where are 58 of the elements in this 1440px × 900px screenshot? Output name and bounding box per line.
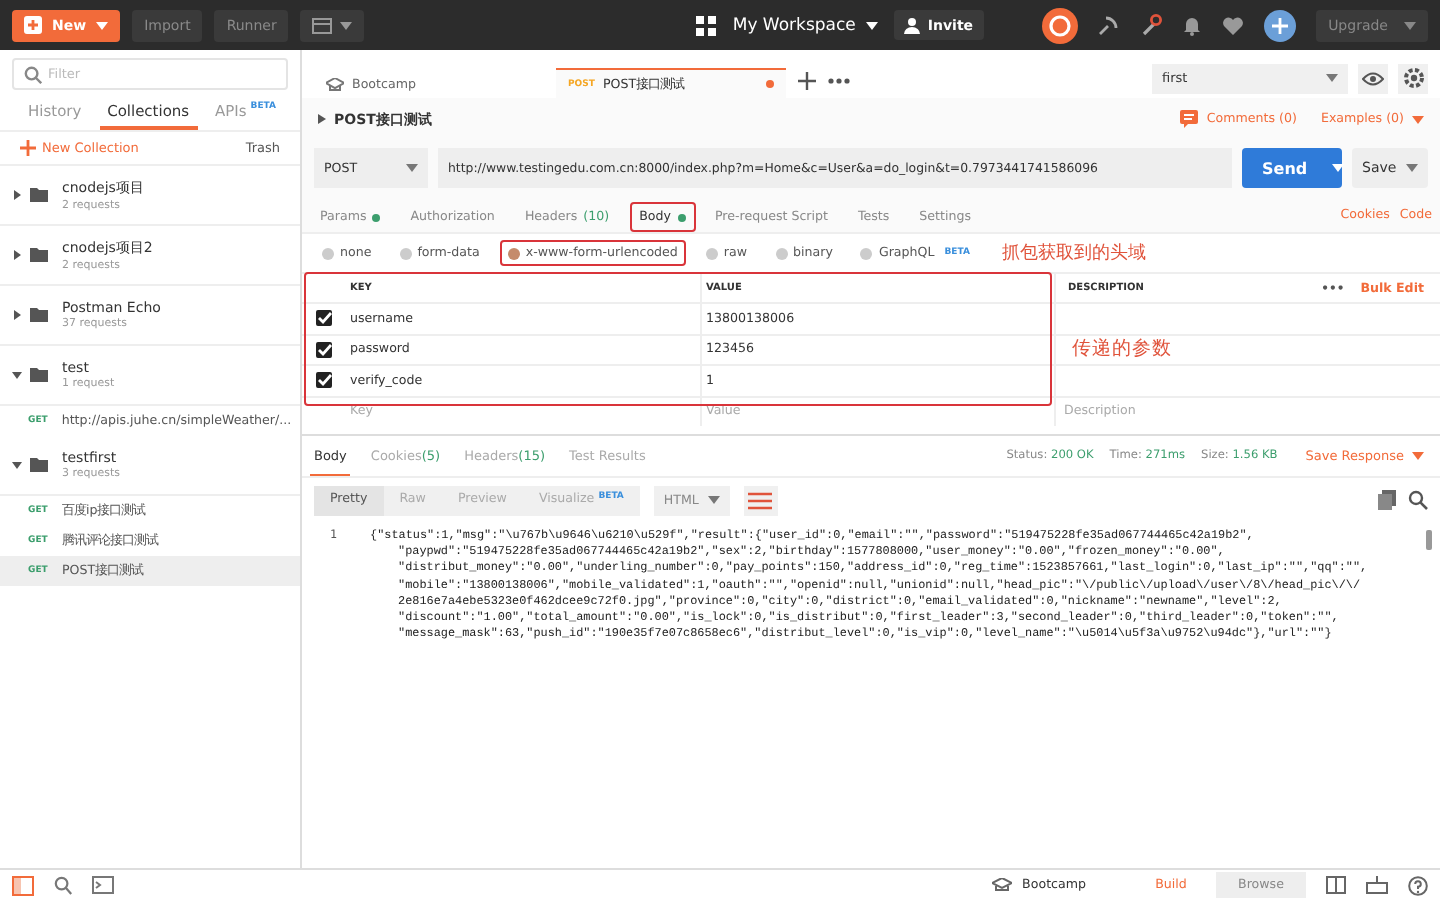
caret-icon — [1326, 74, 1338, 82]
search-icon — [24, 66, 42, 84]
folder-icon — [30, 308, 48, 322]
heart-icon[interactable] — [1222, 15, 1245, 35]
caret-icon — [707, 496, 720, 504]
bell-icon[interactable] — [1182, 14, 1203, 36]
check-icon — [317, 374, 331, 387]
annotation-text: 传递的参数 — [1072, 336, 1172, 363]
user-icon — [903, 17, 920, 33]
more-icon[interactable] — [828, 78, 850, 84]
caret-icon — [1331, 164, 1344, 172]
console-icon[interactable] — [92, 876, 114, 894]
wrap-button[interactable] — [743, 485, 778, 515]
send-button[interactable]: Send — [1242, 148, 1342, 188]
caret-icon — [1412, 115, 1424, 123]
folder-icon — [30, 368, 48, 382]
caret-icon — [96, 21, 109, 29]
search-icon[interactable] — [54, 875, 72, 895]
folder-icon — [30, 458, 48, 472]
eye-button[interactable] — [1358, 63, 1388, 93]
caret-icon — [1406, 164, 1418, 172]
workspace-dropdown[interactable]: My Workspace — [732, 15, 878, 35]
eye-icon — [1362, 71, 1384, 85]
columns-icon[interactable] — [1326, 876, 1346, 894]
caret-icon — [1404, 21, 1416, 29]
plus-icon — [20, 140, 36, 156]
comment-icon — [1180, 110, 1199, 128]
sidebar-icon[interactable] — [12, 875, 34, 895]
caret-right-icon — [12, 250, 22, 260]
search-icon[interactable] — [1408, 490, 1428, 510]
settings-icon — [1403, 68, 1423, 88]
folder-icon — [30, 248, 48, 262]
annotation-text: 抓包获取到的头域 — [1001, 241, 1146, 266]
caret-right-icon — [12, 190, 22, 200]
caret-icon — [406, 164, 418, 172]
caret-icon — [1412, 452, 1424, 460]
new-window-button[interactable] — [300, 9, 365, 41]
window-icon — [312, 17, 333, 33]
settings-button[interactable] — [1398, 63, 1428, 93]
caret-icon — [340, 21, 353, 29]
checkbox[interactable] — [316, 310, 332, 327]
scrollbar-thumb[interactable] — [1426, 530, 1432, 550]
plus-icon[interactable] — [798, 72, 816, 90]
check-icon — [317, 312, 331, 325]
copy-icon[interactable] — [1378, 490, 1396, 510]
caret-right-icon — [12, 310, 22, 320]
checkbox[interactable] — [316, 341, 332, 358]
grid-icon — [696, 15, 717, 35]
caret-down-icon — [12, 460, 22, 470]
caret-down-icon — [12, 370, 22, 380]
unsaved-dot — [766, 80, 774, 88]
check-icon — [317, 343, 331, 356]
help-icon[interactable] — [1408, 875, 1428, 895]
checkbox[interactable] — [316, 372, 332, 389]
plus-icon — [24, 16, 42, 34]
caret-icon — [865, 21, 878, 29]
folder-icon — [30, 188, 48, 202]
caret-right-icon — [318, 114, 326, 124]
